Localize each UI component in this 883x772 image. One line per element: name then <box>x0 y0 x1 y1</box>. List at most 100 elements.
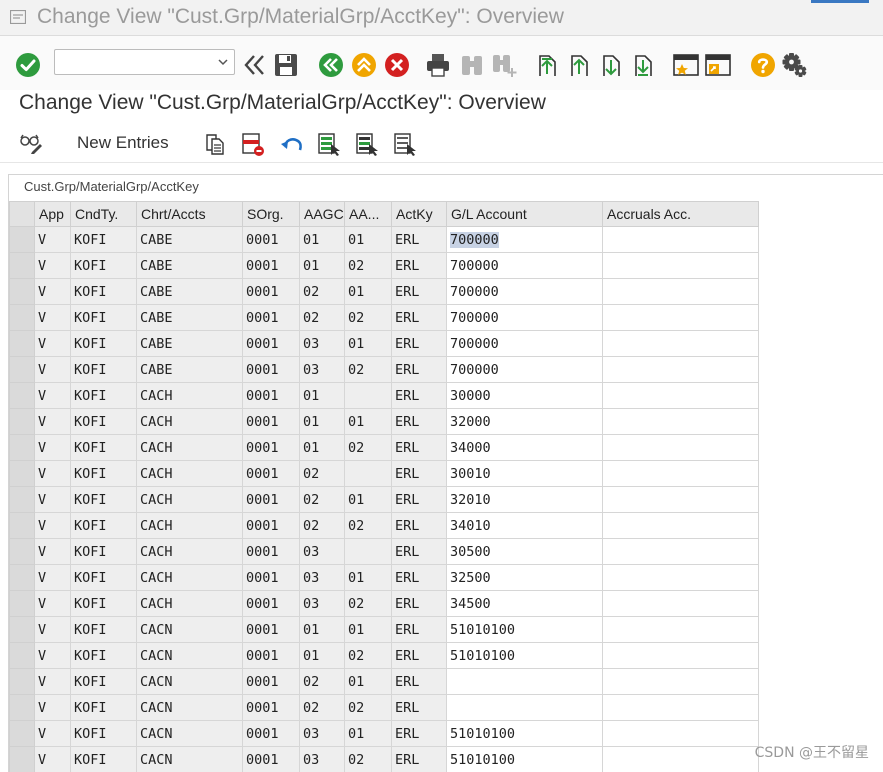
table-row[interactable]: V KOFI CABE 0001 02 01 ERL 700000 <box>9 278 759 305</box>
table-cell-input[interactable] <box>602 720 759 747</box>
table-cell-input[interactable]: 51010100 <box>446 720 603 747</box>
column-header[interactable]: Accruals Acc. <box>602 201 759 227</box>
table-cell-input[interactable]: 30000 <box>446 382 603 409</box>
table-row[interactable]: V KOFI CABE 0001 03 01 ERL 700000 <box>9 330 759 357</box>
command-input[interactable] <box>55 50 215 74</box>
table-cell-input[interactable] <box>446 668 603 695</box>
next-page-button[interactable] <box>599 52 623 78</box>
cancel-button[interactable] <box>384 52 410 78</box>
table-cell-input[interactable]: 51010100 <box>446 746 603 772</box>
table-cell-input[interactable] <box>602 408 759 435</box>
table-cell-input[interactable] <box>602 590 759 617</box>
table-row[interactable]: V KOFI CACH 0001 02 ERL 30010 <box>9 460 759 487</box>
column-header[interactable]: AA... <box>344 201 392 227</box>
table-cell-input[interactable] <box>602 356 759 383</box>
row-selector[interactable] <box>9 746 35 772</box>
row-selector[interactable] <box>9 512 35 539</box>
table-cell-input[interactable] <box>602 512 759 539</box>
row-selector[interactable] <box>9 642 35 669</box>
row-selector[interactable] <box>9 434 35 461</box>
table-row[interactable]: V KOFI CACH 0001 03 01 ERL 32500 <box>9 564 759 591</box>
table-row[interactable]: V KOFI CACN 0001 01 02 ERL 51010100 <box>9 642 759 669</box>
table-cell-input[interactable] <box>602 642 759 669</box>
settings-button[interactable] <box>782 52 808 78</box>
row-selector[interactable] <box>9 694 35 721</box>
table-cell-input[interactable]: 700000 <box>446 252 603 279</box>
table-cell-input[interactable] <box>602 460 759 487</box>
create-session-button[interactable] <box>673 52 699 78</box>
table-cell-input[interactable]: 34000 <box>446 434 603 461</box>
table-cell-input[interactable]: 30500 <box>446 538 603 565</box>
table-cell-input[interactable]: 700000 <box>446 304 603 331</box>
table-cell-input[interactable] <box>446 694 603 721</box>
window-menu-icon[interactable] <box>10 10 26 24</box>
table-cell-input[interactable] <box>602 278 759 305</box>
deselect-all-button[interactable] <box>393 132 417 156</box>
table-cell-input[interactable]: 30010 <box>446 460 603 487</box>
table-cell-input[interactable] <box>602 694 759 721</box>
table-cell-input[interactable] <box>602 486 759 513</box>
table-row[interactable]: V KOFI CABE 0001 02 02 ERL 700000 <box>9 304 759 331</box>
help-button[interactable] <box>750 52 776 78</box>
table-row[interactable]: V KOFI CACH 0001 03 ERL 30500 <box>9 538 759 565</box>
select-all-button[interactable] <box>317 132 341 156</box>
row-selector[interactable] <box>9 564 35 591</box>
table-row[interactable]: V KOFI CACH 0001 03 02 ERL 34500 <box>9 590 759 617</box>
table-cell-input[interactable]: 34500 <box>446 590 603 617</box>
table-cell-input[interactable] <box>602 434 759 461</box>
table-cell-input[interactable]: 700000 <box>446 278 603 305</box>
table-cell-input[interactable] <box>602 382 759 409</box>
row-selector[interactable] <box>9 382 35 409</box>
table-row[interactable]: V KOFI CACH 0001 01 02 ERL 34000 <box>9 434 759 461</box>
collapse-toolbar-button[interactable] <box>243 53 267 77</box>
table-cell-input[interactable]: 32010 <box>446 486 603 513</box>
last-page-button[interactable] <box>631 52 655 78</box>
display-change-button[interactable] <box>19 132 43 154</box>
column-header[interactable]: App <box>34 201 71 227</box>
select-block-button[interactable] <box>355 132 379 156</box>
column-header[interactable]: SOrg. <box>242 201 300 227</box>
chevron-down-icon[interactable] <box>216 53 230 71</box>
table-row[interactable]: V KOFI CABE 0001 03 02 ERL 700000 <box>9 356 759 383</box>
column-header[interactable]: CndTy. <box>70 201 137 227</box>
copy-button[interactable] <box>203 132 227 156</box>
table-cell-input[interactable] <box>602 252 759 279</box>
print-button[interactable] <box>425 52 451 78</box>
table-cell-input[interactable] <box>602 538 759 565</box>
row-selector[interactable] <box>9 538 35 565</box>
selected-cell-text[interactable]: 700000 <box>450 231 499 248</box>
table-cell-input[interactable]: 700000 <box>446 356 603 383</box>
row-selector[interactable] <box>9 356 35 383</box>
column-header[interactable]: AAGC <box>299 201 345 227</box>
row-selector[interactable] <box>9 278 35 305</box>
table-row[interactable]: V KOFI CACH 0001 01 ERL 30000 <box>9 382 759 409</box>
table-cell-input[interactable]: 32500 <box>446 564 603 591</box>
table-cell-input[interactable] <box>602 304 759 331</box>
row-selector[interactable] <box>9 460 35 487</box>
first-page-button[interactable] <box>535 52 559 78</box>
previous-page-button[interactable] <box>567 52 591 78</box>
table-cell-input[interactable] <box>602 564 759 591</box>
enter-button[interactable] <box>15 52 41 78</box>
table-cell-input[interactable]: 32000 <box>446 408 603 435</box>
table-row[interactable]: V KOFI CACN 0001 03 02 ERL 51010100 <box>9 746 759 772</box>
select-all-rows-header[interactable] <box>9 201 35 227</box>
table-cell-input[interactable] <box>602 616 759 643</box>
row-selector[interactable] <box>9 486 35 513</box>
row-selector[interactable] <box>9 330 35 357</box>
shortcut-button[interactable] <box>705 52 731 78</box>
table-cell-input[interactable] <box>602 226 759 253</box>
row-selector[interactable] <box>9 408 35 435</box>
table-cell-input[interactable] <box>602 668 759 695</box>
table-cell-input[interactable] <box>602 746 759 772</box>
table-cell-input[interactable]: 700000 <box>446 226 603 253</box>
save-button[interactable] <box>273 52 299 78</box>
table-row[interactable]: V KOFI CACH 0001 02 02 ERL 34010 <box>9 512 759 539</box>
table-cell-input[interactable]: 51010100 <box>446 616 603 643</box>
row-selector[interactable] <box>9 720 35 747</box>
command-field[interactable] <box>54 49 235 75</box>
table-row[interactable]: V KOFI CACH 0001 01 01 ERL 32000 <box>9 408 759 435</box>
column-header[interactable]: Chrt/Accts <box>136 201 243 227</box>
new-entries-button[interactable]: New Entries <box>77 133 169 153</box>
back-button[interactable] <box>318 52 344 78</box>
